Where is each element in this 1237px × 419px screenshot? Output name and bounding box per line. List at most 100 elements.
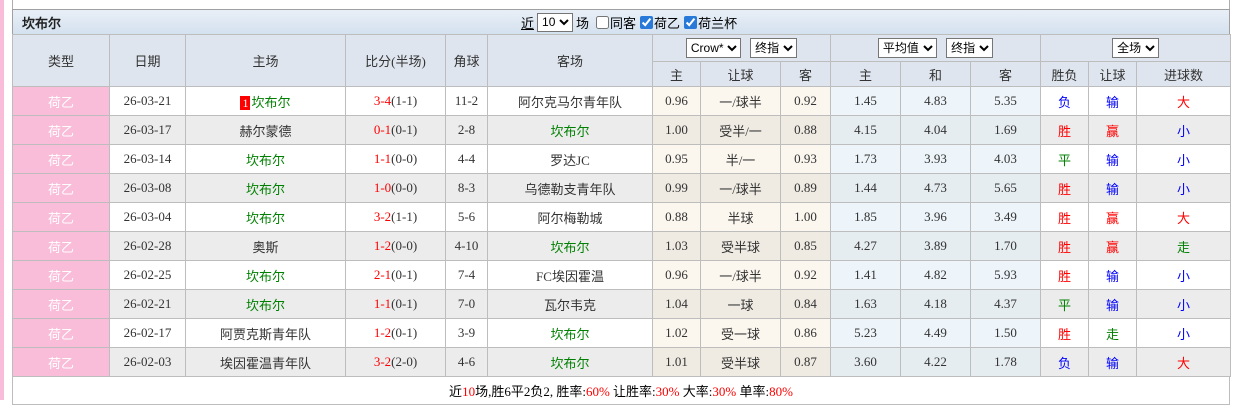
- corners-cell: 2-8: [445, 115, 488, 145]
- corners-value: 7-4: [457, 267, 476, 282]
- odds-value: 1.00: [794, 209, 817, 224]
- league-cell: 荷乙: [12, 347, 110, 377]
- filter-controls: 近 10 场 同客 荷乙 荷兰杯: [521, 10, 737, 34]
- table-row: 荷乙 26-02-21 坎布尔 1-1(0-1) 7-0 瓦尔韦克 1.04 一球 0.84 1.…: [12, 289, 1232, 319]
- odds-handicap-cell: 受半/一: [700, 115, 781, 145]
- odds-value: 1.00: [665, 122, 688, 137]
- table-row: 荷乙 26-03-17 赫尔蒙德 0-1(0-1) 2-8 坎布尔 1.00 受半/一 0.88…: [12, 115, 1232, 145]
- match-date: 26-03-14: [123, 151, 172, 166]
- corners-value: 7-0: [457, 296, 476, 311]
- odds-value: 1.01: [665, 354, 688, 369]
- home-team-cell: 坎布尔: [185, 260, 346, 290]
- page-left-accent-strip: [0, 0, 4, 400]
- col-header-result-outcome: 胜负: [1040, 61, 1090, 87]
- date-cell: 26-02-28: [109, 231, 186, 261]
- odds-value: 受半球: [720, 355, 760, 371]
- result-goals-cell: 小: [1136, 173, 1232, 203]
- avg-home-cell: 1.85: [830, 202, 902, 232]
- result-value: 负: [1058, 94, 1072, 110]
- match-count-select[interactable]: 10: [537, 12, 574, 32]
- odds-value: 0.96: [665, 93, 688, 108]
- odds-company-select[interactable]: Crow*: [685, 38, 741, 58]
- avg-odds-value: 3.93: [924, 151, 947, 166]
- avg-odds-value: 1.45: [854, 93, 877, 108]
- avg-away-cell: 1.69: [970, 115, 1042, 145]
- table-row: 荷乙 26-02-17 阿贾克斯青年队 1-2(0-1) 3-9 坎布尔 1.02 受一球 0.…: [12, 318, 1232, 348]
- summary-stat-label: 让胜率:: [609, 384, 656, 399]
- corners-value: 5-6: [457, 209, 476, 224]
- filter-checkbox-group: 同客 荷乙 荷兰杯: [592, 13, 737, 32]
- avg-odds-value: 4.82: [924, 267, 947, 282]
- result-goals-cell: 大: [1136, 86, 1232, 116]
- odds-home-cell: 0.96: [652, 86, 701, 116]
- result-value: 赢: [1106, 210, 1120, 226]
- corners-cell: 3-9: [445, 318, 488, 348]
- col-header-corner: 角球: [445, 34, 488, 87]
- home-team-cell: 赫尔蒙德: [185, 115, 346, 145]
- avg-odds-value: 3.96: [924, 209, 947, 224]
- odds-home-cell: 1.03: [652, 231, 701, 261]
- odds-value: 0.92: [794, 93, 817, 108]
- corners-value: 2-8: [457, 122, 476, 137]
- table-row: 荷乙 26-03-21 1 坎布尔 3-4(1-1) 11-2 阿尔克马尔青年队 0.96 一/…: [12, 86, 1232, 116]
- home-team-cell: 坎布尔: [185, 173, 346, 203]
- league-cell: 荷乙: [12, 289, 110, 319]
- avg-odds-value: 1.50: [994, 325, 1017, 340]
- halftime-score: (0-0): [391, 180, 418, 195]
- result-handicap-cell: 输: [1088, 289, 1138, 319]
- odds-away-cell: 0.84: [779, 289, 832, 319]
- odds-time-select[interactable]: 终指: [750, 38, 798, 58]
- avg-draw-cell: 3.89: [900, 231, 972, 261]
- result-value: 大: [1177, 94, 1191, 110]
- result-outcome-cell: 胜: [1040, 173, 1090, 203]
- home-team-name: 奥斯: [252, 239, 279, 255]
- league-label: 荷乙: [47, 94, 74, 110]
- odds-away-cell: 0.88: [779, 115, 832, 145]
- result-value: 胜: [1058, 268, 1072, 284]
- away-team-cell: 坎布尔: [487, 231, 653, 261]
- filter-option: 同客: [596, 13, 636, 32]
- result-value: 输: [1106, 297, 1120, 313]
- avg-company-select[interactable]: 平均值: [877, 38, 937, 58]
- league-cell: 荷乙: [12, 231, 110, 261]
- fulltime-score: 3-2: [373, 209, 392, 224]
- filter-checkbox-2[interactable]: [684, 15, 698, 29]
- avg-draw-cell: 3.93: [900, 144, 972, 174]
- team-title: 坎布尔: [22, 15, 62, 31]
- odds-handicap-cell: 一/球半: [700, 86, 781, 116]
- corners-cell: 4-4: [445, 144, 488, 174]
- league-cell: 荷乙: [12, 318, 110, 348]
- col-header-odds-handicap: 让球: [700, 61, 781, 87]
- odds-value: 0.88: [794, 122, 817, 137]
- odds-home-cell: 0.99: [652, 173, 701, 203]
- table-row: 荷乙 26-02-03 埃因霍温青年队 3-2(2-0) 4-6 坎布尔 1.01 受半球 0.…: [12, 347, 1232, 377]
- odds-handicap-cell: 受一球: [700, 318, 781, 348]
- rank-badge: 1: [240, 95, 251, 110]
- score-cell: 3-2(1-1): [345, 202, 446, 232]
- filter-checkbox-0[interactable]: [596, 15, 610, 29]
- summary-stat-label: 近: [449, 384, 463, 399]
- odds-value: 1.04: [665, 296, 688, 311]
- scope-select[interactable]: 全场: [1112, 38, 1160, 58]
- league-cell: 荷乙: [12, 86, 110, 116]
- result-goals-cell: 大: [1136, 202, 1232, 232]
- odds-home-cell: 1.00: [652, 115, 701, 145]
- avg-odds-value: 4.49: [924, 325, 947, 340]
- odds-handicap-cell: 半/一: [700, 144, 781, 174]
- league-label: 荷乙: [47, 355, 74, 371]
- odds-value: 0.85: [794, 238, 817, 253]
- result-value: 胜: [1058, 123, 1072, 139]
- result-outcome-cell: 负: [1040, 86, 1090, 116]
- odds-handicap-cell: 受半球: [700, 231, 781, 261]
- avg-draw-cell: 3.96: [900, 202, 972, 232]
- result-handicap-cell: 走: [1088, 318, 1138, 348]
- col-header-odds-away: 客: [779, 61, 832, 87]
- date-cell: 26-03-04: [109, 202, 186, 232]
- avg-odds-value: 3.49: [994, 209, 1017, 224]
- result-goals-cell: 小: [1136, 144, 1232, 174]
- result-value: 小: [1177, 326, 1191, 342]
- corners-value: 4-10: [454, 238, 479, 253]
- avg-time-select[interactable]: 终指: [946, 38, 994, 58]
- away-team-cell: 坎布尔: [487, 318, 653, 348]
- filter-checkbox-1[interactable]: [640, 15, 654, 29]
